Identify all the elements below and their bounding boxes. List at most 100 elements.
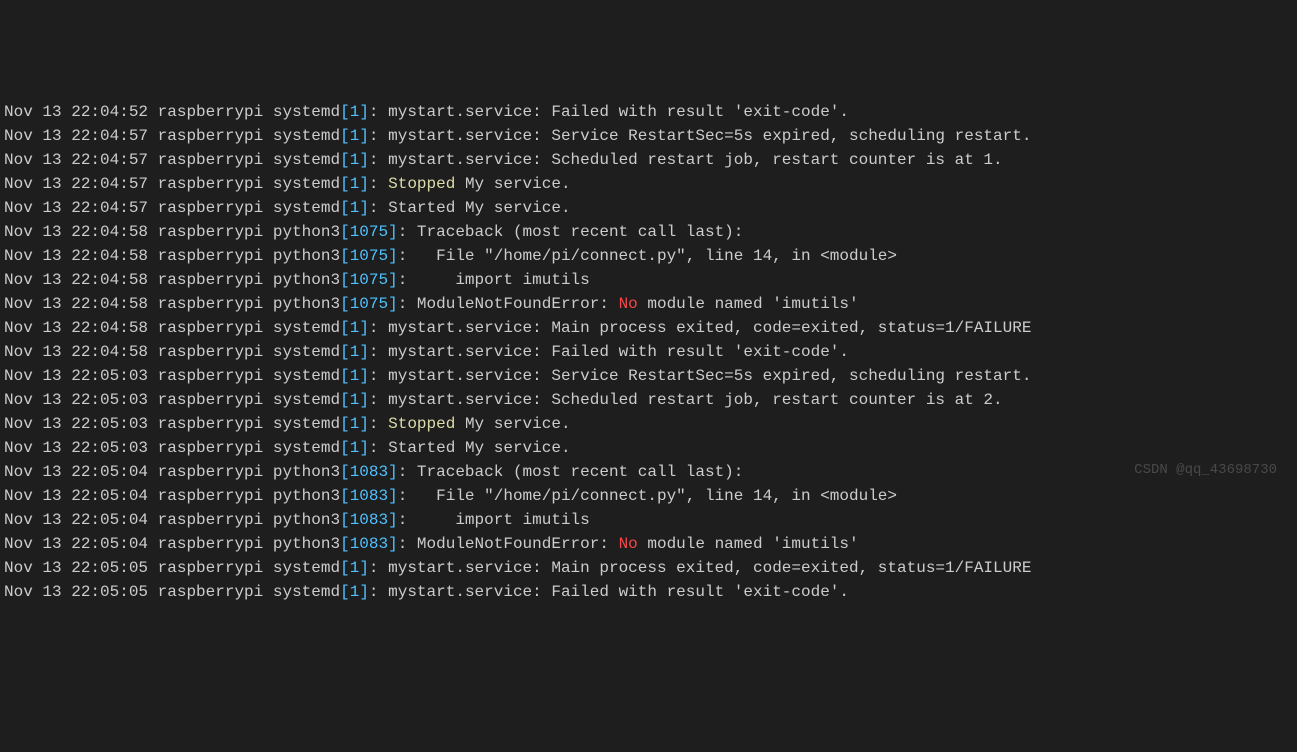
log-line: Nov 13 22:05:05 raspberrypi systemd[1]: … <box>4 580 1293 604</box>
log-host: raspberrypi <box>158 439 264 457</box>
log-line: Nov 13 22:04:58 raspberrypi python3[1075… <box>4 220 1293 244</box>
log-process: python3 <box>273 487 340 505</box>
bracket-open: [ <box>340 223 350 241</box>
log-line: Nov 13 22:05:04 raspberrypi python3[1083… <box>4 460 1293 484</box>
log-message: import imutils <box>417 511 590 529</box>
log-colon: : <box>369 583 388 601</box>
log-process: systemd <box>273 199 340 217</box>
log-colon: : <box>398 223 417 241</box>
bracket-close: ] <box>359 103 369 121</box>
bracket-open: [ <box>340 559 350 577</box>
log-line: Nov 13 22:05:04 raspberrypi python3[1083… <box>4 484 1293 508</box>
log-message: mystart.service: Service RestartSec=5s e… <box>388 367 1031 385</box>
log-host: raspberrypi <box>158 271 264 289</box>
log-timestamp: Nov 13 22:04:58 <box>4 223 148 241</box>
log-message: mystart.service: Main process exited, co… <box>388 319 1031 337</box>
log-colon: : <box>398 247 417 265</box>
log-process: systemd <box>273 583 340 601</box>
log-pid: 1075 <box>350 271 388 289</box>
bracket-close: ] <box>388 247 398 265</box>
log-host: raspberrypi <box>158 127 264 145</box>
log-host: raspberrypi <box>158 559 264 577</box>
log-timestamp: Nov 13 22:04:57 <box>4 127 148 145</box>
bracket-close: ] <box>359 439 369 457</box>
log-timestamp: Nov 13 22:05:04 <box>4 487 148 505</box>
bracket-close: ] <box>359 127 369 145</box>
log-timestamp: Nov 13 22:05:03 <box>4 415 148 433</box>
watermark-text: CSDN @qq_43698730 <box>1134 460 1277 481</box>
log-timestamp: Nov 13 22:05:05 <box>4 559 148 577</box>
bracket-open: [ <box>340 535 350 553</box>
bracket-close: ] <box>388 223 398 241</box>
log-colon: : <box>398 487 417 505</box>
log-highlight: Stopped <box>388 415 455 433</box>
log-colon: : <box>398 271 417 289</box>
log-line: Nov 13 22:04:57 raspberrypi systemd[1]: … <box>4 148 1293 172</box>
bracket-open: [ <box>340 151 350 169</box>
bracket-close: ] <box>359 199 369 217</box>
log-host: raspberrypi <box>158 463 264 481</box>
log-colon: : <box>369 319 388 337</box>
log-message-pre: ModuleNotFoundError: <box>417 295 619 313</box>
log-colon: : <box>369 175 388 193</box>
bracket-open: [ <box>340 487 350 505</box>
log-timestamp: Nov 13 22:04:58 <box>4 319 148 337</box>
bracket-open: [ <box>340 583 350 601</box>
log-pid: 1075 <box>350 295 388 313</box>
log-message-rest: My service. <box>455 415 570 433</box>
log-process: systemd <box>273 319 340 337</box>
log-timestamp: Nov 13 22:04:57 <box>4 199 148 217</box>
log-process: python3 <box>273 247 340 265</box>
log-host: raspberrypi <box>158 511 264 529</box>
bracket-open: [ <box>340 439 350 457</box>
bracket-open: [ <box>340 247 350 265</box>
log-colon: : <box>369 415 388 433</box>
log-timestamp: Nov 13 22:05:05 <box>4 583 148 601</box>
log-process: systemd <box>273 127 340 145</box>
log-pid: 1 <box>350 343 360 361</box>
log-message: Traceback (most recent call last): <box>417 463 743 481</box>
log-pid: 1 <box>350 175 360 193</box>
log-highlight: No <box>619 295 638 313</box>
log-line: Nov 13 22:04:52 raspberrypi systemd[1]: … <box>4 100 1293 124</box>
bracket-close: ] <box>388 535 398 553</box>
log-line: Nov 13 22:05:05 raspberrypi systemd[1]: … <box>4 556 1293 580</box>
bracket-open: [ <box>340 103 350 121</box>
bracket-open: [ <box>340 463 350 481</box>
log-host: raspberrypi <box>158 103 264 121</box>
log-line: Nov 13 22:05:03 raspberrypi systemd[1]: … <box>4 364 1293 388</box>
log-process: systemd <box>273 175 340 193</box>
log-host: raspberrypi <box>158 583 264 601</box>
log-colon: : <box>369 559 388 577</box>
log-host: raspberrypi <box>158 223 264 241</box>
bracket-close: ] <box>359 391 369 409</box>
log-timestamp: Nov 13 22:05:03 <box>4 391 148 409</box>
log-message: mystart.service: Service RestartSec=5s e… <box>388 127 1031 145</box>
log-message: File "/home/pi/connect.py", line 14, in … <box>417 487 897 505</box>
log-colon: : <box>398 535 417 553</box>
log-pid: 1 <box>350 415 360 433</box>
bracket-open: [ <box>340 175 350 193</box>
log-message: mystart.service: Failed with result 'exi… <box>388 103 849 121</box>
log-colon: : <box>369 343 388 361</box>
log-pid: 1075 <box>350 223 388 241</box>
bracket-close: ] <box>359 415 369 433</box>
log-message: mystart.service: Scheduled restart job, … <box>388 391 1003 409</box>
bracket-open: [ <box>340 199 350 217</box>
log-host: raspberrypi <box>158 175 264 193</box>
log-host: raspberrypi <box>158 367 264 385</box>
bracket-close: ] <box>359 583 369 601</box>
log-line: Nov 13 22:04:58 raspberrypi systemd[1]: … <box>4 316 1293 340</box>
log-host: raspberrypi <box>158 487 264 505</box>
log-pid: 1083 <box>350 487 388 505</box>
bracket-close: ] <box>359 559 369 577</box>
bracket-open: [ <box>340 343 350 361</box>
log-timestamp: Nov 13 22:04:58 <box>4 343 148 361</box>
log-line: Nov 13 22:04:58 raspberrypi python3[1075… <box>4 268 1293 292</box>
bracket-open: [ <box>340 319 350 337</box>
log-line: Nov 13 22:04:57 raspberrypi systemd[1]: … <box>4 124 1293 148</box>
log-timestamp: Nov 13 22:04:52 <box>4 103 148 121</box>
log-host: raspberrypi <box>158 415 264 433</box>
log-pid: 1083 <box>350 535 388 553</box>
log-pid: 1 <box>350 103 360 121</box>
